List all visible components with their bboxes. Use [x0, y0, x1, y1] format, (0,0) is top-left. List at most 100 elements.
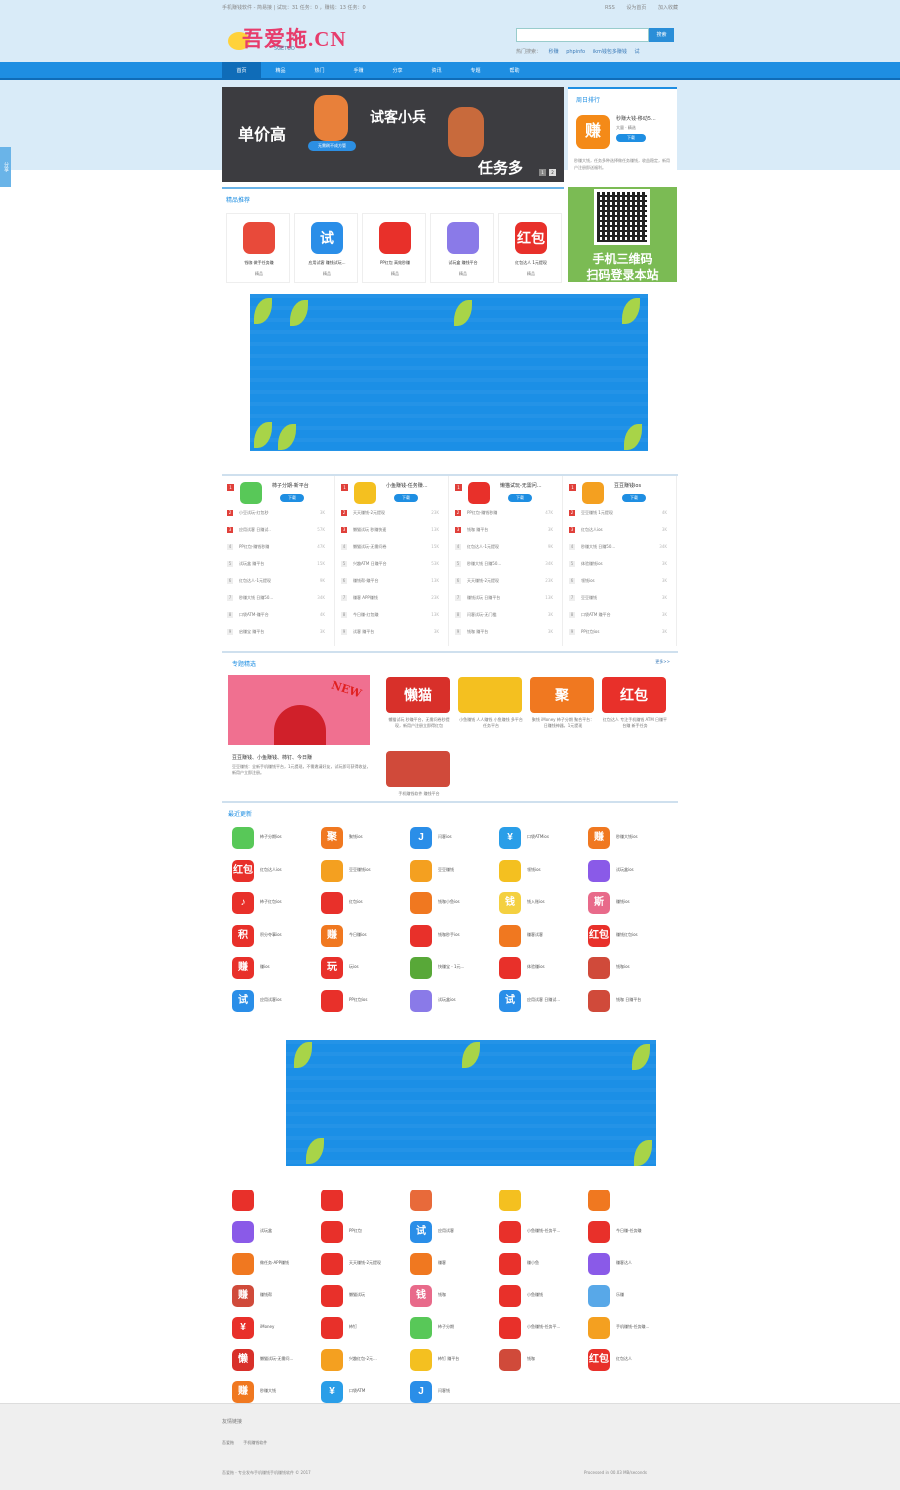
app-icon[interactable]: ¥ [232, 1317, 254, 1339]
rank-app-name[interactable]: 应用试客 日赚试.. [239, 527, 271, 532]
app-icon[interactable]: 赚 [232, 957, 254, 979]
rank-app-name[interactable]: 赚钱帮-赚平台 [353, 578, 378, 583]
more-link[interactable]: 更多>> [655, 659, 670, 665]
app-item[interactable]: 试应用试客 日赚试... [499, 989, 587, 1014]
nav-item[interactable]: 帮助 [495, 62, 534, 80]
nav-item[interactable]: 首页 [222, 62, 261, 80]
ad-banner[interactable] [250, 294, 648, 451]
app-item[interactable]: 天天赚钱-2元提现 [321, 1253, 409, 1277]
app-item[interactable]: ¥ iMoney [232, 1317, 320, 1341]
app-icon[interactable] [410, 924, 432, 947]
rank-app-name[interactable]: 天天赚钱-2元提现 [353, 510, 385, 515]
app-icon[interactable]: 斯 [588, 892, 610, 914]
app-name[interactable]: 钱咖小鱼ios [438, 899, 460, 905]
app-item[interactable]: 试玩盒ios [410, 989, 498, 1014]
app-item[interactable] [232, 1189, 320, 1213]
app-name[interactable]: 钱咖ios [616, 964, 630, 970]
app-item[interactable]: 试应用试客 [410, 1221, 498, 1245]
app-icon[interactable] [499, 1349, 521, 1371]
app-item[interactable]: 赚秒赚大钱ios [588, 827, 676, 851]
app-name[interactable]: 乐赚 [616, 1292, 624, 1298]
app-icon[interactable] [499, 859, 521, 882]
app-item[interactable]: 体验赚ios [499, 957, 587, 981]
app-icon[interactable] [321, 1253, 343, 1275]
app-icon[interactable] [321, 892, 343, 914]
app-icon[interactable]: 试 [311, 222, 343, 254]
app-icon[interactable]: 聚 [321, 827, 343, 849]
app-name[interactable]: 柿子分期 [438, 1324, 454, 1330]
app-icon[interactable] [499, 924, 521, 947]
rank-row[interactable]: 6 红包达人-1元提现 9K [227, 578, 331, 588]
app-item[interactable]: 试玩盒 [232, 1221, 320, 1245]
app-icon[interactable] [582, 482, 604, 504]
app-item[interactable]: 赚客达人 [588, 1253, 676, 1277]
app-name[interactable]: 赚客试客 [527, 932, 543, 938]
app-name[interactable]: 豆豆赚钱 [438, 867, 454, 873]
rank-app-name[interactable]: 兴趣ATM 日赚平台 [353, 561, 387, 566]
download-button[interactable]: 下载 [394, 494, 418, 502]
app-icon[interactable] [410, 957, 432, 979]
app-name[interactable]: 体验赚ios [527, 964, 545, 970]
rank-row[interactable]: 9 启赚宝 赚平台 3K [227, 629, 331, 639]
rank-row[interactable]: 2 PP红包-赚钱秒赚 47K [455, 510, 559, 520]
app-item[interactable]: 快赚宝 - 1元... [410, 957, 498, 981]
topic-card[interactable]: 红包 红包达人 专注手机赚钱 ATM 日赚平台赚 新手任务 [602, 677, 668, 743]
app-name[interactable]: 闪客ios [438, 834, 452, 840]
app-icon[interactable] [410, 989, 432, 1012]
app-icon[interactable] [410, 1317, 432, 1339]
app-item[interactable]: 玩玩ios [321, 957, 409, 981]
rank-app-name[interactable]: 试客 赚平台 [353, 629, 374, 634]
app-icon[interactable]: ¥ [499, 827, 521, 849]
app-item[interactable]: 钱咖ios [588, 957, 676, 981]
app-name[interactable]: 赚ios [260, 964, 270, 970]
app-icon[interactable] [232, 1221, 254, 1243]
app-icon[interactable] [243, 222, 275, 254]
rank-app-name[interactable]: 秒赚大钱 日赚50... [239, 595, 273, 600]
app-icon[interactable]: 赚 [321, 924, 343, 947]
app-item[interactable]: 钱咖秒手ios [410, 924, 498, 949]
rank-row[interactable]: 3 钱咖 赚平台 3K [455, 527, 559, 537]
rank-row[interactable]: 9 钱咖 赚平台 3K [455, 629, 559, 639]
app-icon[interactable] [588, 859, 610, 882]
pick-card[interactable]: 试玩盒 赚钱平台 精品 [430, 213, 494, 283]
topic-card[interactable]: 懒猫 懒猫试玩 秒赚平台，无需问卷秒提现，新用户注册立即得红包 [386, 677, 452, 743]
app-icon[interactable] [410, 1349, 432, 1371]
app-name[interactable]: 柿子红包ios [260, 899, 282, 905]
rank-app-name[interactable]: 体验赚钱ios [581, 561, 603, 566]
topic-card[interactable]: 小鱼赚钱 人人赚钱 小鱼赚钱 多平台任务平台 [458, 677, 524, 743]
app-name[interactable]: 手机赚钱-任务赚... [616, 1324, 649, 1330]
topic-image[interactable] [458, 677, 522, 713]
hot-item[interactable]: ikm钱包多赚钱 [593, 49, 627, 55]
app-name[interactable]: 红包达人ios [260, 867, 282, 873]
rank-row[interactable]: 5 体验赚钱ios 3K [569, 561, 673, 571]
app-name[interactable]: 钱咖 [438, 1292, 446, 1298]
app-icon[interactable]: 积 [232, 924, 254, 947]
friend-link[interactable]: 手机赚钱软件 [243, 1440, 267, 1445]
app-item[interactable]: 豆豆赚钱ios [321, 859, 409, 884]
rank-row[interactable]: 7 赚钱试玩 日赚平台 13K [455, 595, 559, 605]
app-name[interactable]: 赚小鱼 [527, 1260, 539, 1266]
rank-app-name[interactable]: 口袋ATM 赚平台 [581, 612, 611, 617]
column-app-name[interactable]: 懒猫试玩-无需问... [500, 482, 542, 489]
rank-row[interactable]: 8 今日赚-红包赚 13K [341, 612, 445, 622]
app-name[interactable]: 红包达人 [616, 1356, 632, 1362]
app-icon[interactable]: 试 [499, 989, 521, 1012]
rank-row[interactable]: 8 闪客试玩-无门槛 3K [455, 612, 559, 622]
app-icon[interactable]: J [410, 1381, 432, 1403]
app-item[interactable]: 钱咖 日赚平台 [588, 989, 676, 1014]
app-name[interactable]: 小鱼赚钱 [527, 1292, 543, 1298]
app-name[interactable]: 积分夺事ios [260, 932, 282, 938]
app-item[interactable]: 钱咖 [499, 1349, 587, 1373]
app-icon[interactable] [354, 482, 376, 504]
app-icon[interactable]: 懒 [232, 1349, 254, 1371]
pick-name[interactable]: 试玩盒 赚钱平台 [431, 260, 495, 266]
rank-app-name[interactable]: 懒猫试玩-无需问卷 [353, 544, 386, 549]
app-name[interactable]: 闪客钱 [438, 1388, 450, 1394]
app-name[interactable]: 赚钱帮 [260, 1292, 272, 1298]
column-app-name[interactable]: 柿子分期-新平台 [272, 482, 309, 489]
app-item[interactable]: 柿子分期ios [232, 827, 320, 851]
topic-image[interactable]: 红包 [602, 677, 666, 713]
app-icon[interactable] [588, 957, 610, 979]
topic-image[interactable]: 聚 [530, 677, 594, 713]
rank-row[interactable]: 5 试玩盒 赚平台 15K [227, 561, 331, 571]
